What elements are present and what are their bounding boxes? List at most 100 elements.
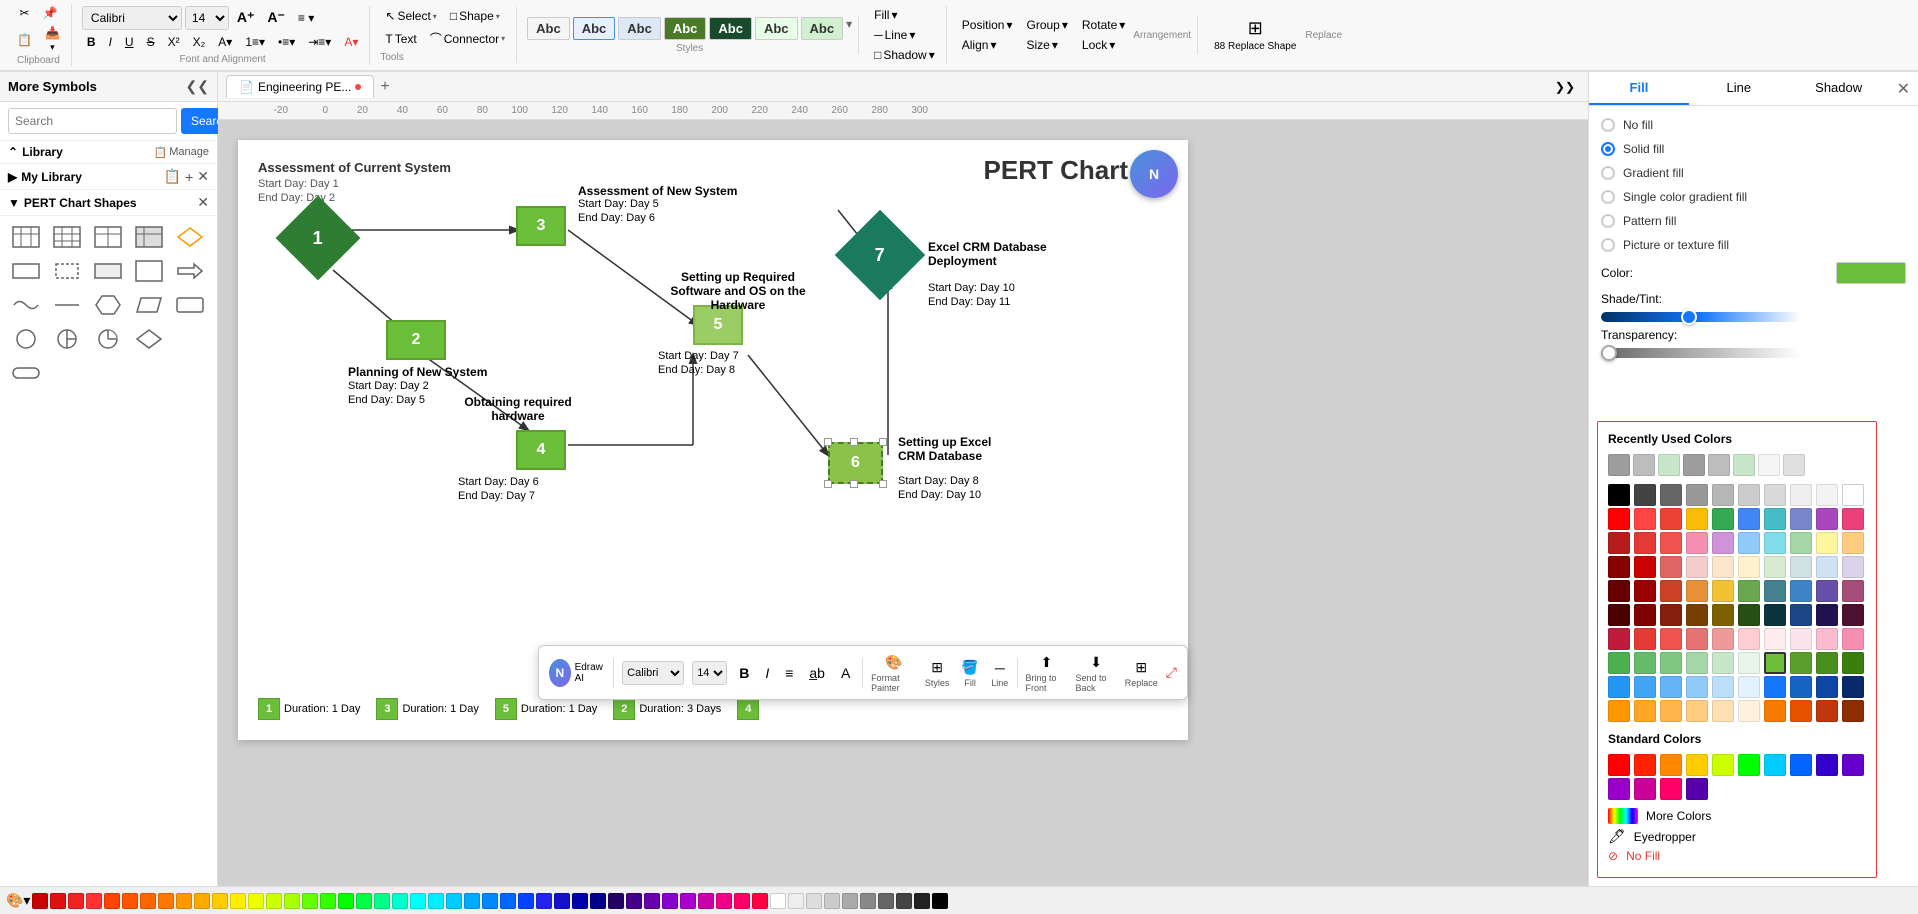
- color-crimson[interactable]: [1608, 628, 1630, 650]
- bottom-color-12[interactable]: [230, 893, 246, 909]
- shape-rect5[interactable]: [172, 290, 208, 320]
- my-library-add-btn[interactable]: +: [185, 168, 193, 185]
- color-dark-purple[interactable]: [1816, 580, 1838, 602]
- float-text-color-btn[interactable]: A: [837, 663, 854, 683]
- line-btn[interactable]: ─Line ▾: [869, 26, 940, 44]
- float-font-select[interactable]: Calibri: [622, 661, 684, 685]
- no-fill-radio[interactable]: [1601, 118, 1615, 132]
- bottom-color-38[interactable]: [698, 893, 714, 909]
- search-input[interactable]: [8, 108, 177, 134]
- color-dark-gray1[interactable]: [1634, 484, 1656, 506]
- color-dark-gold[interactable]: [1712, 604, 1734, 626]
- edraw-ai-badge[interactable]: N: [1130, 150, 1178, 198]
- color-red-vivid[interactable]: [1634, 628, 1656, 650]
- color-near-white-pink[interactable]: [1764, 628, 1786, 650]
- node-4[interactable]: 4: [516, 430, 566, 470]
- bold-btn[interactable]: B: [82, 33, 101, 51]
- color-light-red[interactable]: [1660, 532, 1682, 554]
- style-abc-5[interactable]: Abc: [709, 17, 752, 40]
- shape-rect3[interactable]: [90, 256, 126, 286]
- color-light-green[interactable]: [1790, 532, 1812, 554]
- float-bold-btn[interactable]: B: [735, 663, 753, 683]
- style-abc-4[interactable]: Abc: [664, 17, 707, 40]
- add-tab-btn[interactable]: +: [376, 78, 393, 96]
- bottom-color-18[interactable]: [338, 893, 354, 909]
- edraw-ai-btn[interactable]: N: [549, 659, 571, 687]
- color-orange7[interactable]: [1738, 700, 1760, 722]
- color-cream2[interactable]: [1738, 556, 1760, 578]
- bottom-color-5[interactable]: [104, 893, 120, 909]
- std-color-6[interactable]: [1738, 754, 1760, 776]
- color-pale-pink[interactable]: [1738, 628, 1760, 650]
- color-black[interactable]: [1608, 484, 1630, 506]
- color-medium-green[interactable]: [1738, 580, 1760, 602]
- color-very-light-pink[interactable]: [1686, 556, 1708, 578]
- color-orange5[interactable]: [1686, 700, 1708, 722]
- shape-rect1[interactable]: [8, 256, 44, 286]
- float-align-btn[interactable]: ≡: [781, 663, 797, 683]
- color-light-yellow[interactable]: [1816, 532, 1838, 554]
- font-select[interactable]: Calibri: [82, 6, 182, 30]
- fill-btn[interactable]: Fill ▾: [869, 6, 940, 24]
- shape-diamond-orange[interactable]: [172, 222, 208, 252]
- color-orange3[interactable]: [1634, 700, 1656, 722]
- bottom-color-4[interactable]: [86, 893, 102, 909]
- bottom-color-23[interactable]: [428, 893, 444, 909]
- shape-rect2[interactable]: [49, 256, 85, 286]
- shape-circle[interactable]: [8, 324, 44, 354]
- color-green7[interactable]: [1738, 652, 1760, 674]
- text-btn[interactable]: TText: [380, 30, 421, 48]
- float-replace-btn[interactable]: ⊞: [1131, 657, 1151, 678]
- shape-hexagon[interactable]: [90, 290, 126, 320]
- color-dark-teal[interactable]: [1764, 604, 1786, 626]
- bottom-color-17[interactable]: [320, 893, 336, 909]
- bottom-color-20[interactable]: [374, 893, 390, 909]
- color-brown2[interactable]: [1842, 700, 1864, 722]
- color-medium-red[interactable]: [1634, 532, 1656, 554]
- fill-tab[interactable]: Fill: [1589, 72, 1689, 105]
- color-dark-gray2[interactable]: [1660, 484, 1682, 506]
- color-green5[interactable]: [1686, 652, 1708, 674]
- color-near-white2[interactable]: [1816, 484, 1838, 506]
- more-colors-row[interactable]: More Colors: [1608, 808, 1866, 824]
- align-btn[interactable]: ≡ ▾: [293, 9, 319, 27]
- bottom-color-near-black[interactable]: [914, 893, 930, 909]
- shape-rounded-rect[interactable]: [8, 358, 44, 388]
- bottom-color-10[interactable]: [194, 893, 210, 909]
- group-btn[interactable]: Group ▾: [1022, 16, 1073, 34]
- color-dark-orange2[interactable]: [1764, 700, 1786, 722]
- color-pale-purple[interactable]: [1842, 556, 1864, 578]
- float-fill-btn[interactable]: 🪣: [957, 657, 982, 678]
- shape-table3[interactable]: [90, 222, 126, 252]
- color-light-gray2[interactable]: [1738, 484, 1760, 506]
- color-red-light2[interactable]: [1660, 628, 1682, 650]
- bottom-color-21[interactable]: [392, 893, 408, 909]
- library-title[interactable]: ⌃ Library: [8, 145, 63, 159]
- bottom-color-34[interactable]: [626, 893, 642, 909]
- color-dark-red[interactable]: [1608, 532, 1630, 554]
- bottom-color-lightest-gray[interactable]: [788, 893, 804, 909]
- bottom-color-14[interactable]: [266, 893, 282, 909]
- bottom-color-15[interactable]: [284, 893, 300, 909]
- position-btn[interactable]: Position ▾: [957, 16, 1018, 34]
- bottom-color-light-gray[interactable]: [824, 893, 840, 909]
- color-very-dark-blue[interactable]: [1842, 676, 1864, 698]
- bottom-color-35[interactable]: [644, 893, 660, 909]
- color-preview[interactable]: [1836, 262, 1906, 284]
- fill-option-none[interactable]: No fill: [1601, 118, 1906, 132]
- color-red[interactable]: [1608, 508, 1630, 530]
- color-bar-menu-btn[interactable]: 🎨▾: [6, 892, 30, 909]
- shadow-tab[interactable]: Shadow: [1789, 72, 1889, 105]
- bullet-btn[interactable]: •≡▾: [273, 33, 300, 51]
- float-underline-btn[interactable]: a̲b: [805, 663, 829, 683]
- scissors-btn[interactable]: 📌: [38, 4, 63, 22]
- node-1[interactable]: 1: [288, 208, 348, 268]
- float-styles-btn[interactable]: ⊞: [927, 657, 947, 678]
- color-burnt-orange[interactable]: [1816, 700, 1838, 722]
- copy-btn[interactable]: 📋: [12, 24, 37, 55]
- bottom-color-7[interactable]: [140, 893, 156, 909]
- color-mint[interactable]: [1764, 556, 1786, 578]
- decrease-font-btn[interactable]: A⁻: [262, 7, 290, 28]
- color-dark-blue[interactable]: [1790, 604, 1812, 626]
- std-color-7[interactable]: [1764, 754, 1786, 776]
